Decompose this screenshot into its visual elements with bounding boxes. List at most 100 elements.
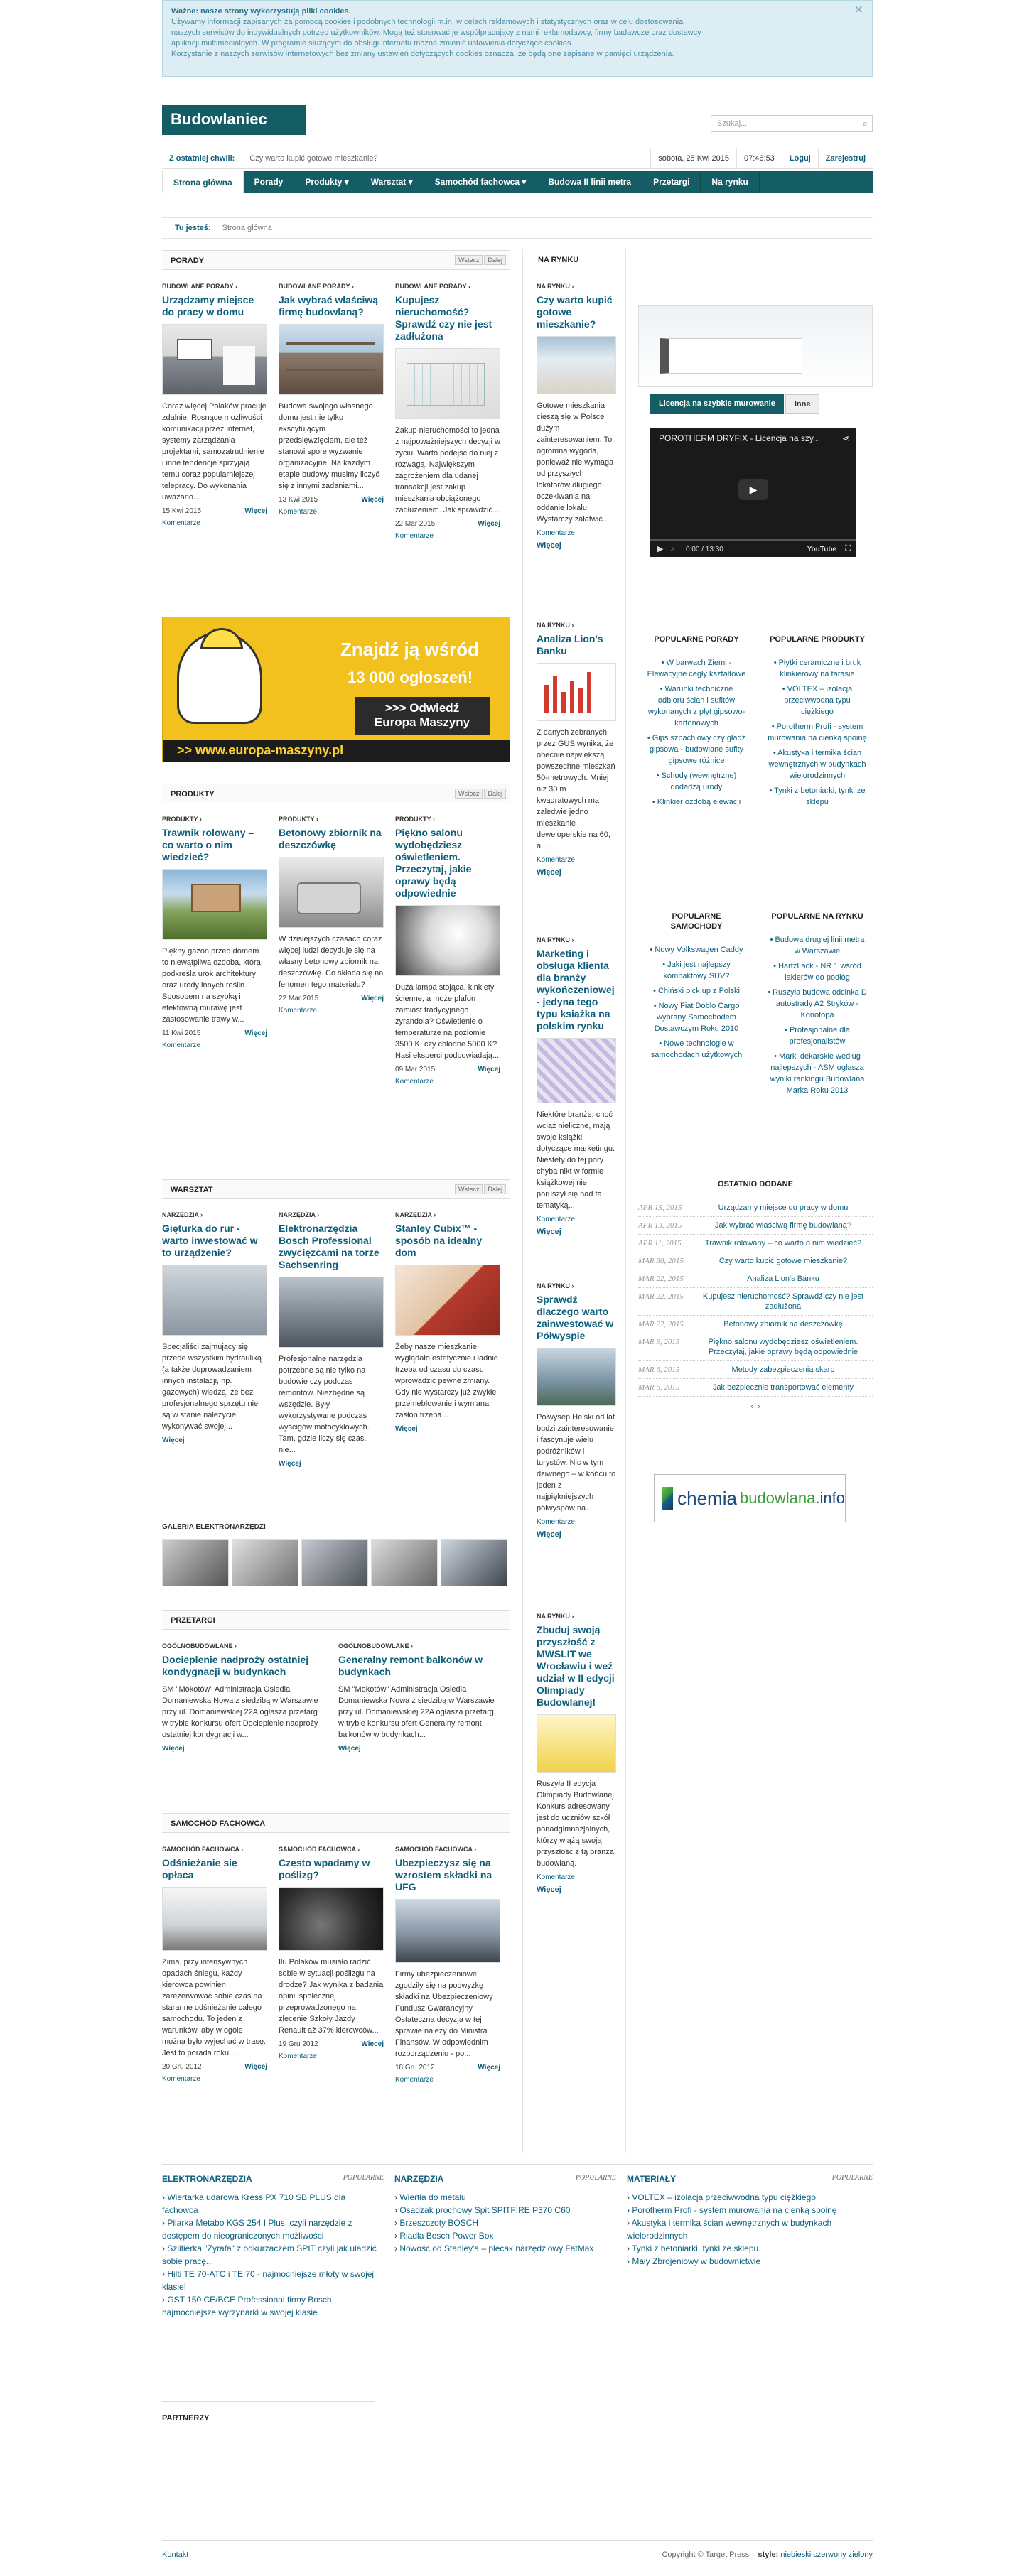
recent-item[interactable]: APR 11, 2015 Trawnik rolowany – co warto … [638,1235,873,1252]
play-icon[interactable]: ▶ [657,544,663,553]
video-progress[interactable] [650,539,856,541]
recent-title[interactable]: Czy warto kupić gotowe mieszkanie? [694,1256,873,1266]
nav-produkty[interactable]: Produkty ▾ [294,171,360,193]
gallery-thumb[interactable] [232,1539,298,1586]
footer-link[interactable]: Riadla Bosch Power Box [394,2229,616,2242]
recent-title[interactable]: Trawnik rolowany – co warto o nim wiedzi… [694,1238,873,1248]
article-image[interactable] [537,1038,616,1103]
popular-item[interactable]: • VOLTEX – izolacja przeciwwodna typu ci… [768,683,867,718]
popular-item[interactable]: • Klinkier ozdobą elewacji [647,796,746,808]
footer-link[interactable]: Wiertła do metalu [394,2191,616,2204]
next-button[interactable]: Dalej [484,789,506,799]
article-category[interactable]: Na rynku › [537,1613,616,1620]
popular-item[interactable]: • Tynki z betoniarki, tynki ze sklepu [768,785,867,808]
recent-title[interactable]: Jak wybrać właściwą firmę budowlaną? [694,1221,873,1230]
footer-link[interactable]: Wiertarka udarowa Kress PX 710 SB PLUS d… [162,2191,384,2217]
footer-link[interactable]: Szlifierka "Żyrafa" z odkurzaczem SPIT c… [162,2242,384,2268]
popular-item[interactable]: • Budowa drugiej linii metra w Warszawie [768,934,867,957]
comments-link[interactable]: Komentarze [279,1007,384,1014]
prev-button[interactable]: Wstecz [454,1184,483,1194]
recent-item[interactable]: APR 15, 2015 Urządzamy miejsce do pracy w… [638,1199,873,1217]
article-title[interactable]: Zbuduj swoją przyszłość z MWSLIT we Wroc… [537,1624,616,1709]
popular-item[interactable]: • Nowy Fiat Doblo Cargo wybrany Samochod… [647,1000,746,1034]
article-image[interactable] [162,1265,267,1336]
article-category[interactable]: Budowlane porady › [162,283,267,290]
more-link[interactable]: Więcej [244,507,267,515]
article-title[interactable]: Czy warto kupić gotowe mieszkanie? [537,294,616,330]
footer-link[interactable]: Osadzak prochowy Spit SPITFIRE P370 C60 [394,2204,616,2217]
article-title[interactable]: Analiza Lion's Banku [537,633,616,657]
article-title[interactable]: Urządzamy miejsce do pracy w domu [162,294,267,318]
article-title[interactable]: Jak wybrać właściwą firmę budowlaną? [279,294,384,318]
more-link[interactable]: Więcej [279,1460,301,1468]
footer-link[interactable]: Hilti TE 70-ATC i TE 70 - najmocniejsze … [162,2268,384,2293]
comments-link[interactable]: Komentarze [395,532,500,540]
recent-item[interactable]: MAR 22, 2015 Kupujesz nieruchomość? Spraw… [638,1288,873,1316]
volume-icon[interactable]: ♪ [670,545,674,553]
article-image[interactable] [537,1348,616,1406]
site-logo[interactable]: Budowlaniec [162,105,306,135]
style-blue[interactable]: niebieski [780,2550,811,2559]
gallery-thumb[interactable] [162,1539,229,1586]
article-image[interactable] [162,869,267,940]
article-category[interactable]: Narzędzia › [395,1211,500,1218]
recent-item[interactable]: MAR 6, 2015 Metody zabezpieczenia skarp [638,1361,873,1379]
article-category[interactable]: Produkty › [279,816,384,823]
recent-item[interactable]: MAR 6, 2015 Jak bezpiecznie transportować… [638,1379,873,1397]
fullscreen-icon[interactable]: ⛶ [845,544,851,553]
article-category[interactable]: Budowlane porady › [395,283,500,290]
article-title[interactable]: Sprawdź dlaczego warto zainwestować w Pó… [537,1294,616,1342]
share-icon[interactable]: ⋖ [842,433,849,443]
article-image[interactable] [537,663,616,721]
article-category[interactable]: Ogólnobudowlane › [162,1643,324,1650]
popular-item[interactable]: • Schody (wewnętrzne) dodadzą urody [647,770,746,793]
article-image[interactable] [279,324,384,395]
comments-link[interactable]: Komentarze [537,1518,616,1526]
recent-title[interactable]: Urządzamy miejsce do pracy w domu [694,1203,873,1213]
recent-title[interactable]: Analiza Lion's Banku [694,1274,873,1284]
article-category[interactable]: Na rynku › [537,1282,616,1289]
article-image[interactable] [162,324,267,395]
popular-item[interactable]: • W barwach Ziemi - Elewacyjne cegły ksz… [647,657,746,680]
more-link[interactable]: Więcej [478,1066,500,1073]
nav-porady[interactable]: Porady [244,171,295,193]
article-title[interactable]: Generalny remont balkonów w budynkach [338,1654,500,1678]
article-category[interactable]: Narzędzia › [162,1211,267,1218]
article-category[interactable]: Produkty › [395,816,500,823]
footer-link[interactable]: Pilarka Metabo KGS 254 I Plus, czyli nar… [162,2217,384,2242]
latest-news-link[interactable]: Czy warto kupić gotowe mieszkanie? [242,148,652,169]
more-link[interactable]: Więcej [537,1530,616,1539]
more-link[interactable]: Więcej [361,496,384,504]
banner-button[interactable]: >>> Odwiedź Europa Maszyny [355,697,490,735]
recent-title[interactable]: Metody zabezpieczenia skarp [694,1365,873,1375]
popular-item[interactable]: • Płytki ceramiczne i bruk klinkierowy n… [768,657,867,680]
more-link[interactable]: Więcej [244,1029,267,1037]
comments-link[interactable]: Komentarze [279,2052,384,2060]
recent-title[interactable]: Piękno salonu wydobędziesz oświetleniem.… [694,1337,873,1357]
style-green[interactable]: zielony [849,2550,873,2559]
article-title[interactable]: Betonowy zbiornik na deszczówkę [279,827,384,851]
recent-item[interactable]: APR 13, 2015 Jak wybrać właściwą firmę bu… [638,1217,873,1235]
article-image[interactable] [162,1887,267,1951]
article-title[interactable]: Często wpadamy w poślizg? [279,1857,384,1881]
video-tab-other[interactable]: Inne [785,394,820,414]
comments-link[interactable]: Komentarze [162,519,267,527]
article-image[interactable] [279,857,384,928]
chemia-banner[interactable]: chemia budowlana .info [654,1474,846,1522]
prev-arrow-icon[interactable]: ‹ [750,1402,753,1411]
popular-item[interactable]: • Jaki jest najlepszy kompaktowy SUV? [647,959,746,982]
contact-link[interactable]: Kontakt [162,2550,188,2559]
gallery-thumb[interactable] [371,1539,438,1586]
popular-item[interactable]: • Profesjonalne dla profesjonalistów [768,1024,867,1047]
recent-item[interactable]: MAR 22, 2015 Betonowy zbiornik na deszczó… [638,1316,873,1333]
footer-link[interactable]: Brzeszczoty BOSCH [394,2217,616,2229]
footer-link[interactable]: VOLTEX – izolacja przeciwwodna typu cięż… [627,2191,873,2204]
breadcrumb-current[interactable]: Strona główna [222,224,272,232]
comments-link[interactable]: Komentarze [537,1216,616,1223]
close-icon[interactable]: ✕ [854,5,863,16]
article-category[interactable]: Samochód fachowca › [279,1846,384,1853]
next-button[interactable]: Dalej [484,1184,506,1194]
popular-item[interactable]: • HartzLack - NR 1 wśród lakierów do pod… [768,960,867,983]
article-image[interactable] [279,1277,384,1348]
comments-link[interactable]: Komentarze [162,2075,267,2083]
